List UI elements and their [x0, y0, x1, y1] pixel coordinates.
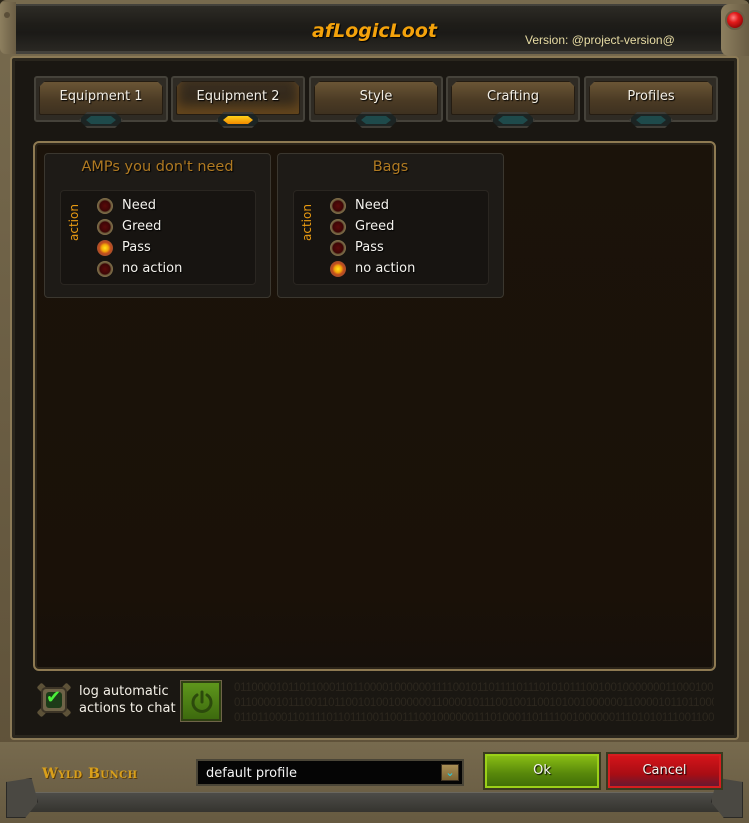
radio-group: action Need Greed Pass no action — [60, 190, 256, 285]
label-line: log automatic — [79, 684, 169, 699]
radio-selected-icon — [97, 239, 113, 256]
radio-label: Pass — [355, 240, 384, 255]
radio-need[interactable]: Need — [97, 195, 156, 216]
power-icon — [191, 690, 213, 713]
radio-group: action Need Greed Pass no action — [293, 190, 489, 285]
radio-label: Greed — [355, 219, 395, 234]
tab-indicator-icon — [79, 112, 123, 128]
group-amps: AMPs you don't need action Need Greed Pa… — [44, 153, 271, 298]
log-checkbox-label: log automatic actions to chat — [79, 683, 176, 717]
tab-label: Style — [359, 89, 393, 104]
radio-label: no action — [355, 261, 416, 276]
radio-selected-icon — [330, 260, 346, 277]
checkmark-icon: ✔ — [46, 687, 62, 708]
radio-no-action[interactable]: no action — [330, 258, 415, 279]
tab-indicator-icon — [491, 112, 535, 128]
binary-line: 0110000101101100011011000010000001111001… — [234, 682, 714, 694]
radio-label: Need — [355, 198, 389, 213]
radio-greed[interactable]: Greed — [97, 216, 161, 237]
tab-label: Equipment 2 — [196, 89, 280, 104]
radio-icon — [330, 239, 346, 256]
close-icon[interactable] — [725, 10, 745, 30]
tab-indicator-icon — [354, 112, 398, 128]
radio-pass[interactable]: Pass — [330, 237, 384, 258]
chevron-down-icon[interactable]: ⌄ — [441, 764, 459, 781]
power-button[interactable] — [181, 681, 221, 721]
radio-greed[interactable]: Greed — [330, 216, 394, 237]
tab-indicator-icon — [216, 112, 260, 128]
tab-profiles[interactable]: Profiles — [584, 76, 718, 122]
radio-label: Pass — [122, 240, 151, 255]
ok-button[interactable]: Ok — [483, 752, 601, 790]
binary-line: 0110000101110011011001010010000001100001… — [234, 697, 714, 709]
radio-group-label: action — [300, 204, 314, 241]
radio-icon — [97, 197, 113, 214]
profile-select[interactable]: default profile ⌄ — [196, 759, 464, 786]
group-bags: Bags action Need Greed Pass no action — [277, 153, 504, 298]
tab-label: Equipment 1 — [59, 89, 143, 104]
bolt-ornament — [6, 778, 38, 818]
radio-pass[interactable]: Pass — [97, 237, 151, 258]
tab-label: Crafting — [487, 89, 539, 104]
profile-select-value: default profile — [206, 766, 297, 781]
footer-rail — [20, 792, 729, 812]
binary-line: 0110110001101111011011100110011100100000… — [234, 712, 714, 724]
addon-window: afLogicLoot Version: @project-version@ E… — [0, 0, 749, 823]
radio-icon — [330, 197, 346, 214]
tab-crafting[interactable]: Crafting — [446, 76, 580, 122]
radio-need[interactable]: Need — [330, 195, 389, 216]
brand-logo: Wyld Bunch — [42, 766, 138, 782]
group-title: AMPs you don't need — [81, 159, 234, 175]
radio-label: no action — [122, 261, 183, 276]
tab-style[interactable]: Style — [309, 76, 443, 122]
radio-no-action[interactable]: no action — [97, 258, 182, 279]
binary-decoration: 0110000101101100011011000010000001111001… — [234, 681, 714, 726]
cancel-button[interactable]: Cancel — [606, 752, 723, 790]
radio-label: Greed — [122, 219, 162, 234]
tab-equipment-2[interactable]: Equipment 2 — [171, 76, 305, 122]
radio-label: Need — [122, 198, 156, 213]
radio-icon — [97, 218, 113, 235]
radio-icon — [330, 218, 346, 235]
tab-indicator-icon — [629, 112, 673, 128]
log-checkbox[interactable]: ✔ — [36, 682, 72, 718]
group-title: Bags — [372, 159, 409, 175]
label-line: actions to chat — [79, 701, 176, 716]
tab-label: Profiles — [627, 89, 675, 104]
tab-equipment-1[interactable]: Equipment 1 — [34, 76, 168, 122]
radio-group-label: action — [67, 204, 81, 241]
radio-icon — [97, 260, 113, 277]
version-label: Version: @project-version@ — [525, 33, 675, 47]
